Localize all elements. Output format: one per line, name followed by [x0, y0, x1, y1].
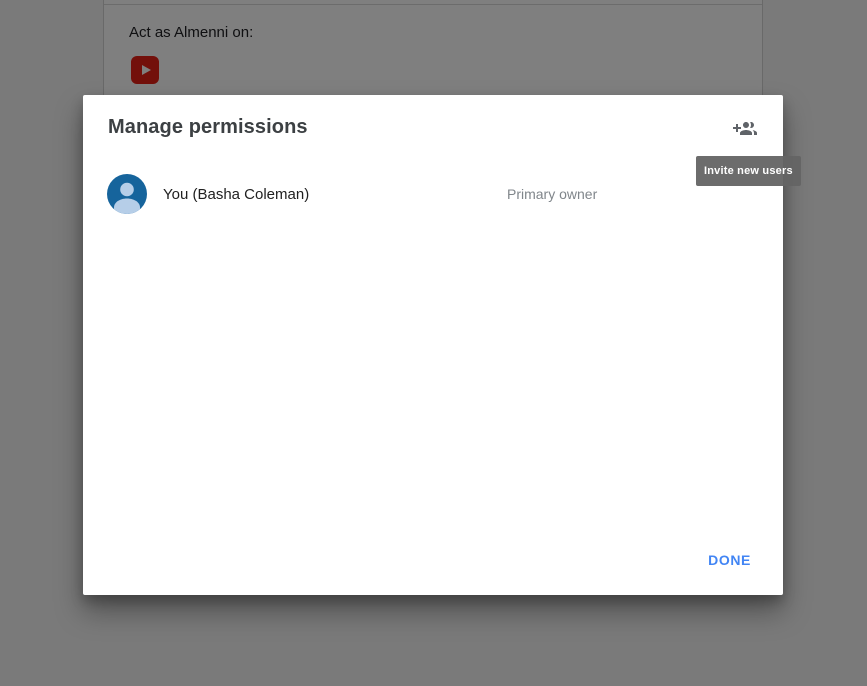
manage-permissions-dialog: Manage permissions Invite new users You …	[83, 95, 801, 595]
page: Act as Almenni on: Manage permissions In…	[0, 0, 867, 686]
member-role: Primary owner	[507, 186, 598, 202]
dialog-title: Manage permissions	[108, 116, 308, 138]
done-button[interactable]: DONE	[700, 542, 759, 578]
person-icon	[107, 174, 147, 214]
avatar	[107, 174, 147, 214]
member-name: You (Basha Coleman)	[163, 185, 310, 203]
member-row: You (Basha Coleman) Primary owner	[107, 174, 759, 214]
group-add-icon	[733, 122, 757, 135]
invite-new-users-button[interactable]	[727, 111, 763, 147]
